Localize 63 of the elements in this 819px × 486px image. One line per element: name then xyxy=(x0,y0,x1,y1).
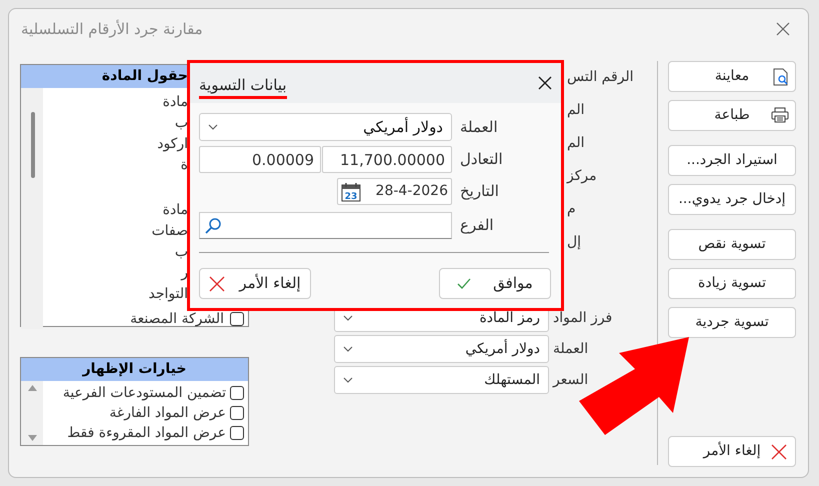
field-label: الرقم التس xyxy=(567,68,634,87)
field-label: إل xyxy=(567,233,582,252)
field-option[interactable]: ب xyxy=(174,242,188,263)
field-option[interactable]: التواجد xyxy=(148,284,188,305)
field-label: العملة xyxy=(553,340,588,358)
action-button[interactable]: استيراد الجرد... xyxy=(668,145,796,176)
field-label: م xyxy=(567,200,576,219)
calendar-icon[interactable]: 23 xyxy=(341,182,361,202)
exchange-rate-field[interactable]: 11,700.00000 xyxy=(322,146,452,173)
caret-icon xyxy=(343,377,353,383)
document-search-icon xyxy=(773,68,789,86)
action-button[interactable]: إدخال جرد يدوي... xyxy=(668,184,796,215)
field-option[interactable]: مادة xyxy=(162,200,188,221)
field-option[interactable]: ة xyxy=(180,155,188,176)
caret-icon xyxy=(343,315,353,321)
field-label: الم xyxy=(567,134,584,153)
action-button[interactable]: تسوية جردية xyxy=(668,307,796,338)
checkbox[interactable] xyxy=(230,406,244,420)
action-button[interactable]: طباعة xyxy=(668,100,796,131)
field-option[interactable]: صفات xyxy=(152,221,188,242)
display-option[interactable]: عرض المواد المقروءة فقط xyxy=(67,422,226,444)
field-label: فرز المواد xyxy=(553,308,612,328)
close-icon xyxy=(771,444,787,460)
ok-button[interactable]: موافق xyxy=(439,268,551,299)
field-label: الم xyxy=(567,101,584,120)
dropdown[interactable]: دولار أمريكي xyxy=(334,335,549,363)
checkbox[interactable] xyxy=(230,312,244,326)
check-icon xyxy=(457,278,472,290)
checkbox[interactable] xyxy=(230,426,244,440)
printer-icon xyxy=(771,107,789,123)
search-icon[interactable] xyxy=(204,216,222,234)
field-label: التعادل xyxy=(460,149,503,170)
scrollbar-thumb[interactable] xyxy=(31,112,35,178)
display-option[interactable]: تضمين المستودعات الفرعية xyxy=(62,382,226,404)
close-icon[interactable] xyxy=(538,76,552,90)
action-button[interactable]: تسوية نقص xyxy=(668,229,796,260)
currency-dropdown[interactable]: دولار أمريكي xyxy=(199,113,452,141)
field-option[interactable]: ر xyxy=(181,263,188,284)
field-label: العملة xyxy=(460,116,498,138)
field-label: السعر xyxy=(553,370,588,390)
caret-icon xyxy=(208,124,218,130)
field-label: الفرع xyxy=(460,215,494,236)
display-option[interactable]: عرض المواد الفارغة xyxy=(109,402,226,424)
field-option[interactable]: مادة xyxy=(162,92,188,113)
field-label: التاريخ xyxy=(460,181,499,202)
cancel-button[interactable]: إلغاء الأمر xyxy=(199,268,311,299)
caret-icon xyxy=(343,346,353,352)
window-title: مقارنة جرد الأرقام التسلسلية xyxy=(21,18,203,40)
branch-field[interactable] xyxy=(199,212,452,239)
field-option[interactable]: اركود xyxy=(157,134,188,155)
field-option[interactable]: ب xyxy=(174,113,188,134)
checkbox[interactable] xyxy=(230,386,244,400)
dropdown[interactable]: المستهلك xyxy=(334,366,549,394)
panel-header: خيارات الإظهار xyxy=(21,358,248,381)
dialog-title: بيانات التسوية xyxy=(199,74,287,98)
inverse-rate-field[interactable]: 0.00009 xyxy=(199,146,321,173)
action-button[interactable]: تسوية زيادة xyxy=(668,268,796,299)
field-label: مركز xyxy=(567,167,597,186)
close-icon xyxy=(209,276,226,292)
action-button[interactable]: معاينة xyxy=(668,61,796,92)
date-field[interactable]: 23 28-4-2026 xyxy=(337,178,452,205)
field-option[interactable]: الشركة المصنعة xyxy=(130,308,224,330)
cancel-button[interactable]: إلغاء الأمر xyxy=(668,436,796,467)
